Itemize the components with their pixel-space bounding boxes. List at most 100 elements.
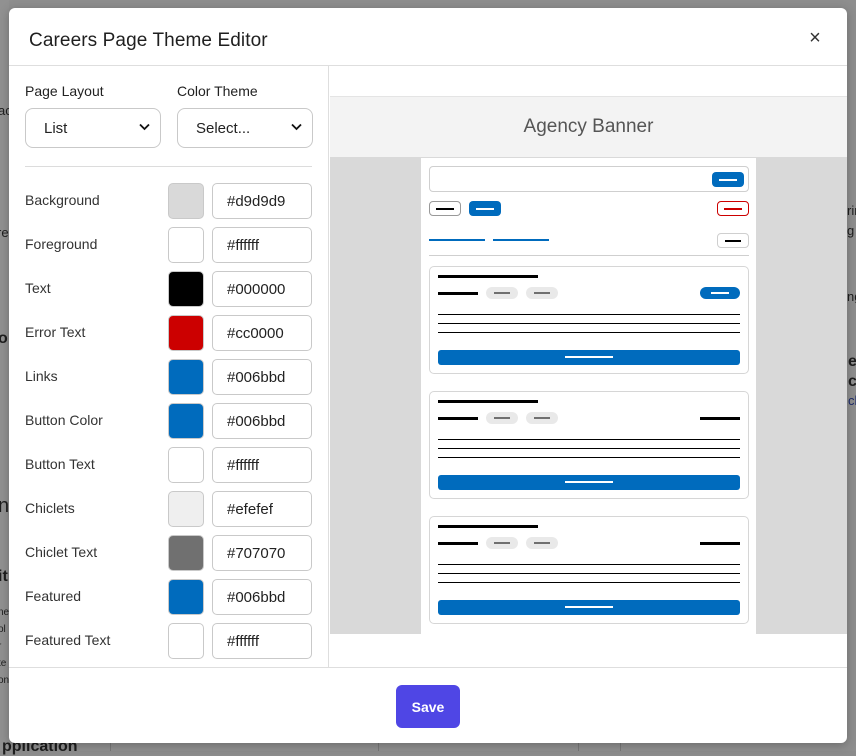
preview-chiclet <box>486 537 518 549</box>
preview-job-meta <box>438 542 478 545</box>
bg-text: re <box>0 225 9 240</box>
color-setting-row: Chiclets <box>25 491 312 527</box>
preview-featured-badge <box>700 287 740 299</box>
page-layout-select[interactable]: List <box>25 108 161 148</box>
bg-text: r <box>0 641 1 652</box>
color-setting-label: Featured <box>25 588 82 604</box>
color-swatch[interactable] <box>168 227 204 263</box>
color-theme-group: Color Theme Select... <box>177 82 313 148</box>
bg-text: ne <box>0 607 10 618</box>
bg-text: ng <box>847 289 856 304</box>
color-setting-row: Foreground <box>25 227 312 263</box>
color-hex-input[interactable] <box>212 315 312 351</box>
color-setting-row: Featured Text <box>25 623 312 659</box>
color-swatch[interactable] <box>168 271 204 307</box>
preview-link <box>493 239 549 241</box>
color-hex-input[interactable] <box>212 491 312 527</box>
color-swatch[interactable] <box>168 183 204 219</box>
color-setting-label: Chiclets <box>25 500 75 516</box>
preview-text-line <box>438 448 740 449</box>
preview-text-line <box>438 564 740 565</box>
color-setting-label: Chiclet Text <box>25 544 98 560</box>
color-setting-label: Button Color <box>25 412 103 428</box>
preview-text-line <box>438 323 740 324</box>
preview-apply-button <box>438 600 740 615</box>
color-hex-input[interactable] <box>212 227 312 263</box>
preview-text-line <box>438 582 740 583</box>
color-hex-input[interactable] <box>212 623 312 659</box>
color-hex-input[interactable] <box>212 535 312 571</box>
bg-text: te <box>0 658 7 669</box>
color-setting-label: Links <box>25 368 58 384</box>
color-setting-row: Links <box>25 359 312 395</box>
bg-text: ed <box>848 353 856 370</box>
preview-apply-button <box>438 350 740 365</box>
color-theme-select[interactable]: Select... <box>177 108 313 148</box>
color-setting-row: Featured <box>25 579 312 615</box>
preview-job-title <box>438 400 538 403</box>
color-hex-input[interactable] <box>212 447 312 483</box>
preview-apply-button <box>438 475 740 490</box>
color-setting-label: Background <box>25 192 100 208</box>
preview-job-date <box>700 542 740 545</box>
preview-job-card <box>429 391 749 499</box>
bg-text: g <box>847 223 855 238</box>
color-swatch[interactable] <box>168 447 204 483</box>
preview-link <box>429 239 485 241</box>
color-setting-label: Featured Text <box>25 632 111 648</box>
color-swatch[interactable] <box>168 623 204 659</box>
color-swatch[interactable] <box>168 491 204 527</box>
agency-banner: Agency Banner <box>330 96 847 157</box>
preview-chiclet <box>526 412 558 424</box>
preview-divider <box>429 255 749 256</box>
color-setting-row: Button Color <box>25 403 312 439</box>
color-setting-row: Chiclet Text <box>25 535 312 571</box>
divider <box>25 166 312 167</box>
preview-chiclet <box>526 287 558 299</box>
color-setting-row: Background <box>25 183 312 219</box>
settings-panel: Page Layout List Color Theme Select... B… <box>9 66 329 667</box>
color-setting-label: Error Text <box>25 324 86 340</box>
preview-job-meta <box>438 417 478 420</box>
preview-filter-button <box>429 201 461 216</box>
color-setting-row: Text <box>25 271 312 307</box>
color-hex-input[interactable] <box>212 183 312 219</box>
color-swatch[interactable] <box>168 579 204 615</box>
preview-filter-button-active <box>469 201 501 216</box>
color-hex-input[interactable] <box>212 579 312 615</box>
preview-job-title <box>438 525 538 528</box>
color-hex-input[interactable] <box>212 359 312 395</box>
preview-text-line <box>438 332 740 333</box>
preview-text-line <box>438 457 740 458</box>
preview-chiclet <box>486 412 518 424</box>
color-setting-label: Button Text <box>25 456 95 472</box>
color-hex-input[interactable] <box>212 403 312 439</box>
bg-text: o <box>0 330 8 347</box>
page-layout-label: Page Layout <box>25 83 104 99</box>
color-setting-label: Foreground <box>25 236 98 252</box>
save-button[interactable]: Save <box>396 685 460 728</box>
preview-search-button <box>712 172 744 187</box>
color-theme-value: Select... <box>196 119 251 137</box>
theme-editor-modal: Careers Page Theme Editor × Page Layout … <box>9 8 847 743</box>
preview-page <box>421 158 756 634</box>
chevron-down-icon <box>139 122 150 134</box>
color-setting-row: Button Text <box>25 447 312 483</box>
modal-header: Careers Page Theme Editor × <box>9 8 847 66</box>
color-swatch[interactable] <box>168 535 204 571</box>
close-button[interactable]: × <box>805 28 825 48</box>
page-layout-value: List <box>44 119 68 137</box>
color-swatch[interactable] <box>168 359 204 395</box>
preview-sort-button <box>717 233 749 248</box>
preview-job-title <box>438 275 538 278</box>
color-swatch[interactable] <box>168 403 204 439</box>
bg-text: ol <box>0 624 6 635</box>
preview-job-card <box>429 516 749 624</box>
color-theme-label: Color Theme <box>177 83 258 99</box>
preview-text-line <box>438 439 740 440</box>
color-swatch[interactable] <box>168 315 204 351</box>
preview-text-line <box>438 314 740 315</box>
color-setting-row: Error Text <box>25 315 312 351</box>
color-hex-input[interactable] <box>212 271 312 307</box>
preview-chiclet <box>486 287 518 299</box>
